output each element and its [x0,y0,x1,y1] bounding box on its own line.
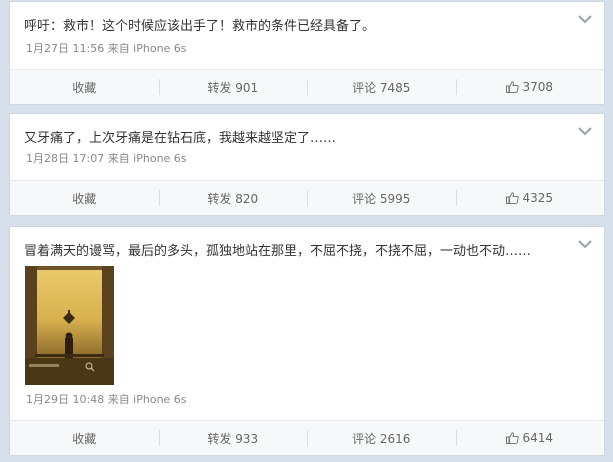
repost-button[interactable]: 转发 933 [158,421,308,455]
post-meta[interactable]: 1月27日 11:56 来自 iPhone 6s [26,42,187,56]
comment-label: 评论 5995 [352,191,411,206]
chevron-down-icon[interactable] [578,126,592,136]
thumbs-up-icon [506,432,520,444]
favorite-button[interactable]: 收藏 [10,70,159,104]
post-action-bar: 收藏 转发 820 评论 5995 4325 [10,180,604,215]
like-count: 4325 [522,191,554,205]
repost-button[interactable]: 转发 901 [158,70,308,104]
repost-button[interactable]: 转发 820 [158,181,308,215]
comment-button[interactable]: 评论 2616 [307,421,456,455]
post-action-bar: 收藏 转发 901 评论 7485 3708 [10,69,604,104]
thumbs-up-icon [506,81,520,93]
post-action-bar: 收藏 转发 933 评论 2616 6414 [10,420,604,455]
comment-button[interactable]: 评论 7485 [307,70,456,104]
like-count: 3708 [522,80,554,94]
repost-label: 转发 933 [207,431,259,446]
comment-label: 评论 2616 [352,431,411,446]
comment-label: 评论 7485 [352,80,411,95]
favorite-label: 收藏 [72,431,97,446]
post-meta[interactable]: 1月28日 17:07 来自 iPhone 6s [26,152,187,166]
post-meta[interactable]: 1月29日 10:48 来自 iPhone 6s [26,393,187,407]
thumbs-up-icon [506,192,520,204]
comment-button[interactable]: 评论 5995 [307,181,456,215]
like-button[interactable]: 6414 [455,421,605,455]
favorite-label: 收藏 [72,191,97,206]
post-text: 呼吁：救市！这个时候应该出手了！救市的条件已经具备了。 [24,19,376,34]
favorite-button[interactable]: 收藏 [10,181,159,215]
chevron-down-icon[interactable] [578,239,592,249]
weibo-post-2: 又牙痛了，上次牙痛是在钻石底，我越来越坚定了…… 1月28日 17:07 来自 … [9,113,605,216]
repost-label: 转发 901 [207,80,259,95]
repost-label: 转发 820 [207,191,259,206]
post-text: 又牙痛了，上次牙痛是在钻石底，我越来越坚定了…… [24,131,337,146]
favorite-button[interactable]: 收藏 [10,421,159,455]
post-image-thumbnail[interactable] [25,266,114,385]
silhouette-photo-image [25,266,114,385]
like-button[interactable]: 4325 [455,181,605,215]
like-count: 6414 [522,431,554,445]
post-text: 冒着满天的谩骂，最后的多头，孤独地站在那里，不屈不挠，不挠不屈，一动也不动…… [24,244,532,259]
chevron-down-icon[interactable] [578,14,592,24]
like-button[interactable]: 3708 [455,70,605,104]
weibo-post-1: 呼吁：救市！这个时候应该出手了！救市的条件已经具备了。 1月27日 11:56 … [9,1,605,105]
favorite-label: 收藏 [72,80,97,95]
weibo-post-3: 冒着满天的谩骂，最后的多头，孤独地站在那里，不屈不挠，不挠不屈，一动也不动…… [9,226,605,456]
